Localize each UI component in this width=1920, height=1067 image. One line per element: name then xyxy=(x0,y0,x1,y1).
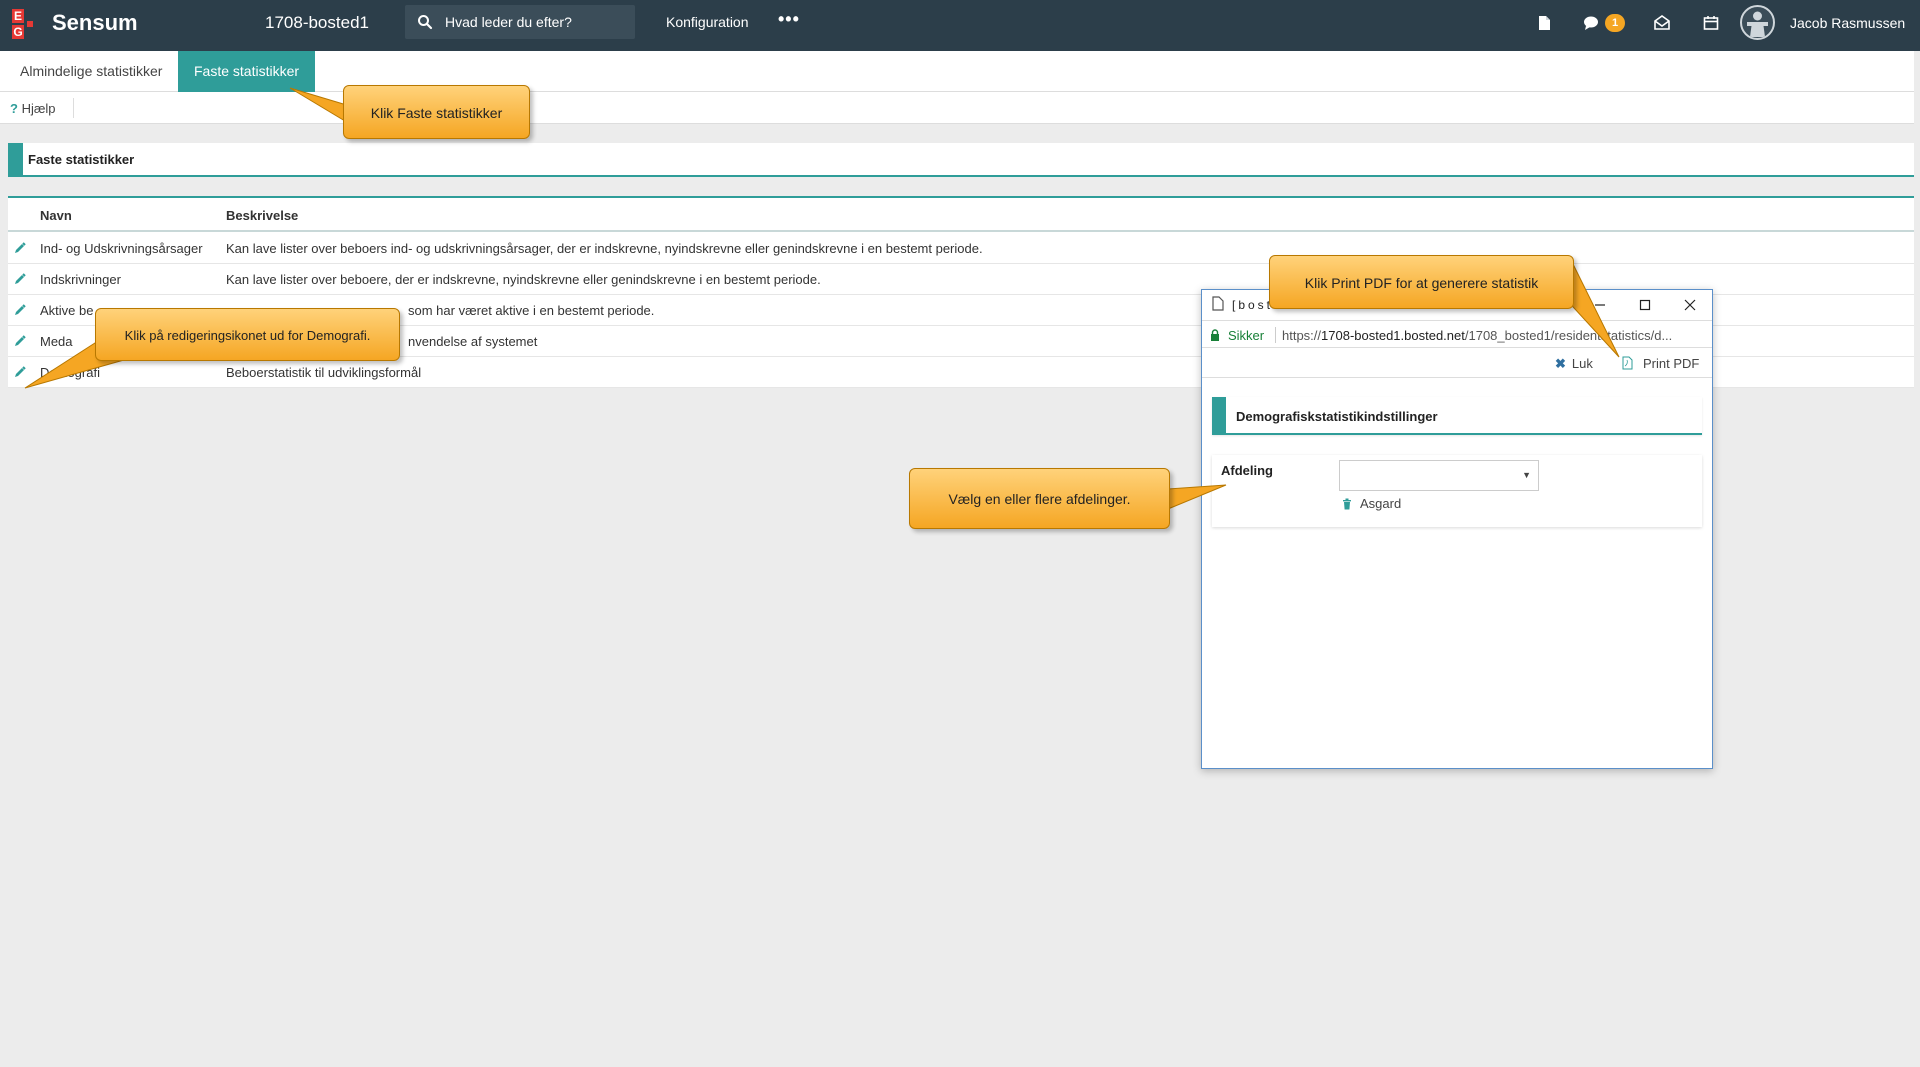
callout-print-instruction: Klik Print PDF for at generere statistik xyxy=(1269,255,1574,309)
callout-tab-instruction: Klik Faste statistikker xyxy=(343,85,530,139)
callout-department-instruction: Vælg en eller flere afdelinger. xyxy=(909,468,1170,529)
callout-edit-instruction: Klik på redigeringsikonet ud for Demogra… xyxy=(95,308,400,361)
callout-pointers xyxy=(24,87,1620,510)
